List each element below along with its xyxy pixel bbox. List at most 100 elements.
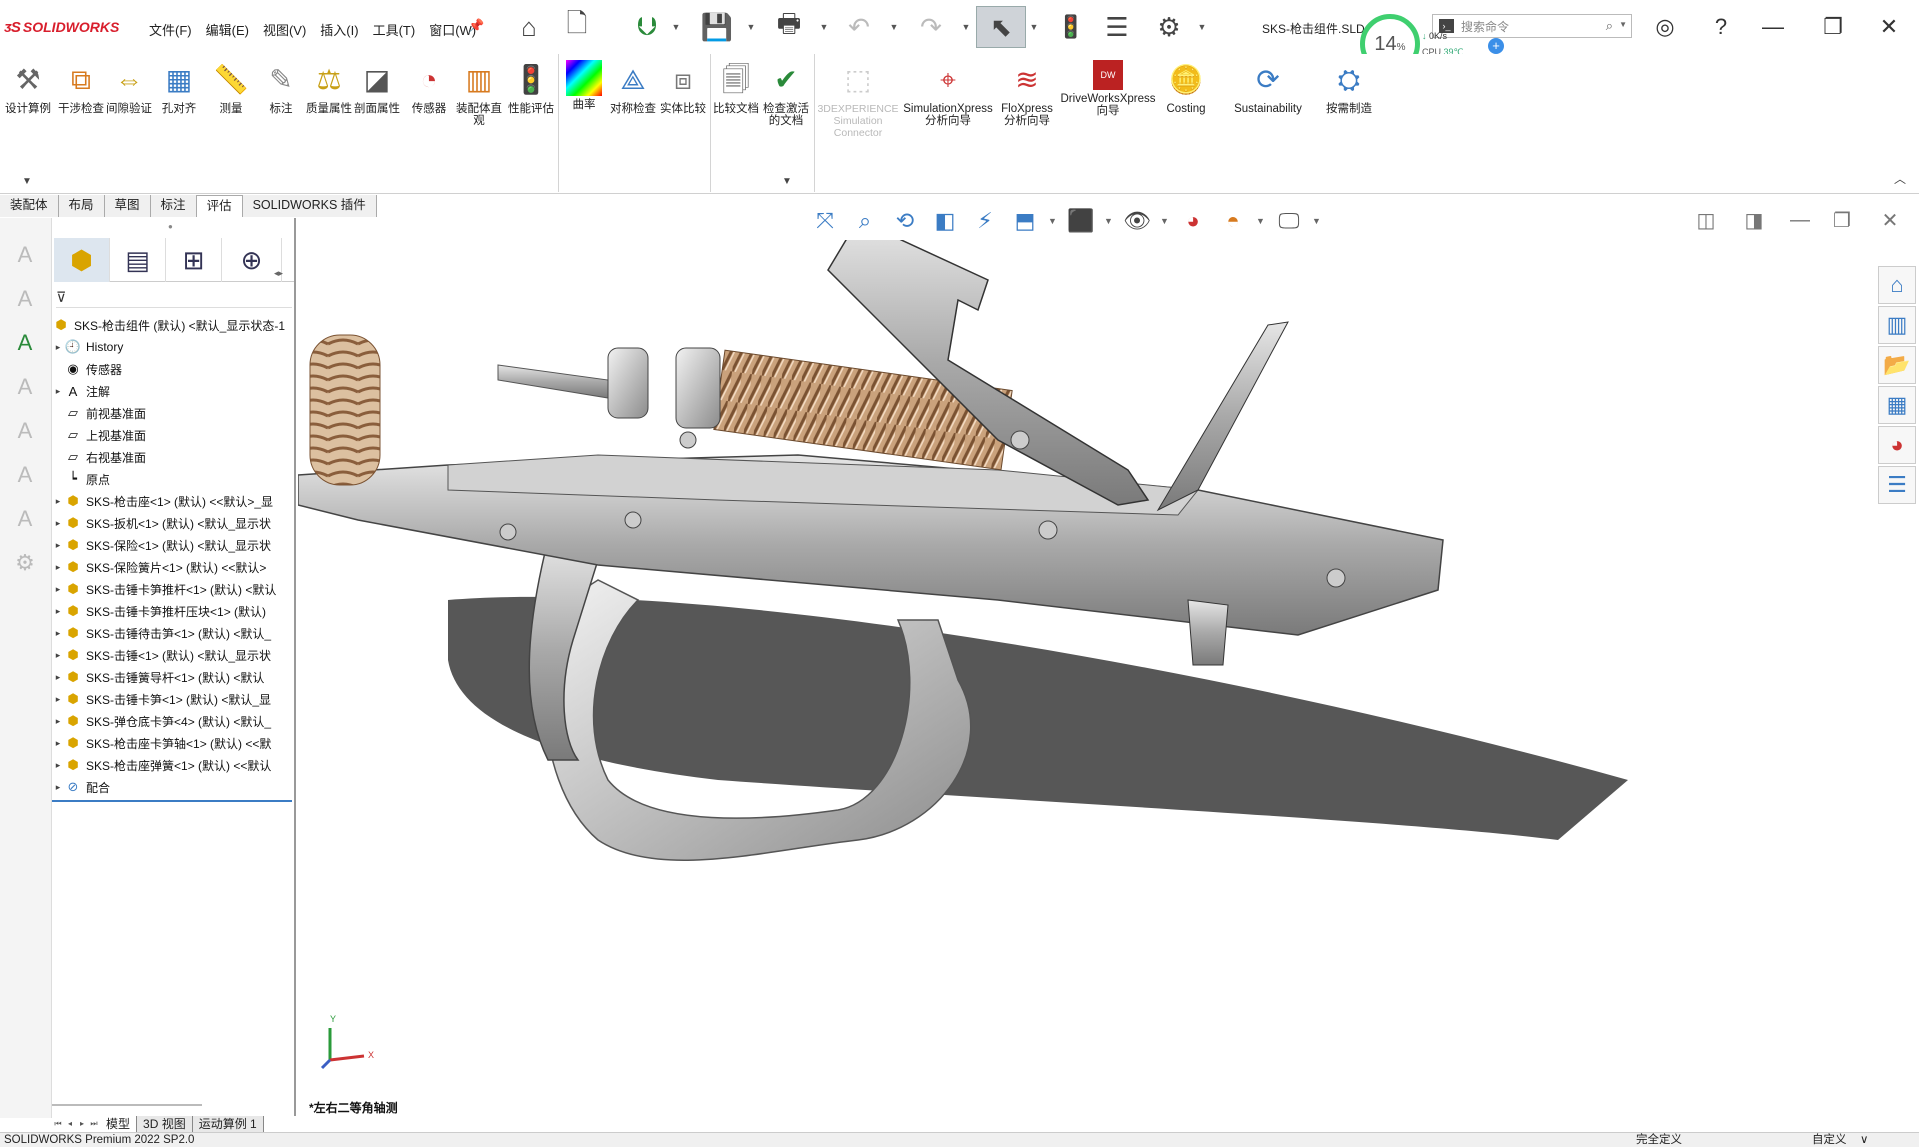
trigger-assembly-model[interactable] <box>297 219 1878 1120</box>
open-dropdown-icon[interactable]: ▼ <box>670 20 682 34</box>
expand-icon[interactable]: ▸ <box>52 716 64 727</box>
ribbon-section-properties[interactable]: ◪ 剖面属性 <box>354 60 400 116</box>
expand-icon[interactable]: ▸ <box>52 386 64 397</box>
expand-icon[interactable]: ▸ <box>52 540 64 551</box>
tab-motion-study[interactable]: 运动算例 1 <box>192 1116 264 1132</box>
minimize-icon[interactable]: — <box>1756 10 1790 44</box>
expand-icon[interactable]: ▸ <box>52 694 64 705</box>
ribbon-measure[interactable]: 📏 测量 <box>208 60 254 116</box>
view-settings-icon[interactable]: 🖵 <box>1272 204 1306 238</box>
smart-dimension-icon[interactable]: A <box>8 326 42 360</box>
tree-item[interactable]: ▸ A 注解 <box>52 380 292 402</box>
dimxpert-manager-tab-icon[interactable]: ⊕ <box>222 238 282 282</box>
tree-item[interactable]: ▸ ⬢ SKS-击锤<1> (默认) <默认_显示状 <box>52 644 292 666</box>
ribbon-check-active-document[interactable]: ✔ 检查激活的文档 <box>762 60 810 128</box>
display-style-icon[interactable]: ⬛ <box>1064 204 1098 238</box>
firing-pin[interactable] <box>497 364 609 399</box>
ribbon-hole-alignment[interactable]: ▦ 孔对齐 <box>156 60 202 116</box>
panel-horizontal-scrollbar[interactable] <box>52 1104 202 1106</box>
tree-item[interactable]: ▸ ⬢ SKS-枪击座<1> (默认) <<默认>_显 <box>52 490 292 512</box>
print-icon[interactable]: 🖶 <box>768 6 810 48</box>
prev-tab-icon[interactable]: ◂ <box>64 1116 76 1132</box>
rollback-bar[interactable] <box>52 800 292 802</box>
units-dropdown-icon[interactable]: ∨ <box>1860 1133 1868 1147</box>
apply-scene-dropdown-icon[interactable]: ▼ <box>1256 216 1266 226</box>
tab-evaluate[interactable]: 评估 <box>196 195 243 217</box>
tree-item[interactable]: ▱ 右视基准面 <box>52 446 292 468</box>
ribbon-3dexperience-connector[interactable]: ⬚ 3DEXPERIENCE Simulation Connector <box>817 60 898 140</box>
sear-spring[interactable] <box>309 334 381 486</box>
ribbon-performance-evaluation[interactable]: 🚦 性能评估 <box>508 60 554 116</box>
graphics-area[interactable] <box>297 219 1878 1120</box>
zoom-to-fit-icon[interactable]: ⤧ <box>808 204 842 238</box>
ribbon-mass-properties[interactable]: ⚖ 质量属性 <box>306 60 352 116</box>
tab-solidworks-addins[interactable]: SOLIDWORKS 插件 <box>242 195 377 217</box>
pin-icon[interactable]: 📌 <box>468 18 484 34</box>
menu-edit[interactable]: 编辑(E) <box>199 18 256 41</box>
expand-icon[interactable]: ▸ <box>52 782 64 793</box>
tree-item[interactable]: ▸ ⬢ SKS-保险<1> (默认) <默认_显示状 <box>52 534 292 556</box>
tree-item[interactable]: ▸ ⬢ SKS-击锤簧导杆<1> (默认) <默认 <box>52 666 292 688</box>
view-palette-icon[interactable]: ▦ <box>1878 386 1916 424</box>
configuration-manager-tab-icon[interactable]: ⊞ <box>166 238 222 282</box>
section-view-icon[interactable]: ◧ <box>928 204 962 238</box>
ribbon-assembly-visualization[interactable]: ▥ 装配体直观 <box>456 60 502 128</box>
file-explorer-icon[interactable]: 📂 <box>1878 346 1916 384</box>
tab-model[interactable]: 模型 <box>100 1116 138 1132</box>
user-icon[interactable]: ◎ <box>1648 10 1682 44</box>
options-dropdown-icon[interactable]: ▼ <box>1196 20 1208 34</box>
ribbon-driveworksxpress[interactable]: DW DriveWorksXpress 向导 <box>1060 60 1156 117</box>
solidworks-resources-icon[interactable]: ⌂ <box>1878 266 1916 304</box>
ribbon-compare-documents[interactable]: 🗐 比较文档 <box>712 60 760 116</box>
tree-item[interactable]: ▸ ⬢ SKS-枪击座卡笋轴<1> (默认) <<默 <box>52 732 292 754</box>
expand-icon[interactable]: ▸ <box>52 672 64 683</box>
next-tab-icon[interactable]: ▸ <box>76 1116 88 1132</box>
ribbon-clearance-verification[interactable]: ⇔ 间隙验证 <box>106 60 152 116</box>
ribbon-symmetry-check[interactable]: ⟁ 对称检查 <box>608 60 658 116</box>
filter-icon[interactable]: ⊽ <box>56 289 66 306</box>
menu-view[interactable]: 视图(V) <box>256 18 313 41</box>
zoom-to-area-icon[interactable]: ⌕ <box>848 204 882 238</box>
status-units[interactable]: 自定义 <box>1812 1133 1847 1147</box>
tree-item[interactable]: ▸ ⊘ 配合 <box>52 776 292 798</box>
ribbon-sustainability[interactable]: ⟳ Sustainability <box>1226 60 1310 116</box>
expand-icon[interactable]: ▸ <box>52 496 64 507</box>
expand-icon[interactable]: ▸ <box>52 650 64 661</box>
tree-item[interactable]: ▸ ⬢ SKS-扳机<1> (默认) <默认_显示状 <box>52 512 292 534</box>
file-properties-icon[interactable]: ☰ <box>1096 6 1138 48</box>
view-orientation-dropdown-icon[interactable]: ▼ <box>1048 216 1058 226</box>
home-icon[interactable]: ⌂ <box>508 6 550 48</box>
save-icon[interactable]: 💾 <box>696 6 738 48</box>
rebuild-icon[interactable]: 🚦 <box>1050 6 1092 48</box>
tree-item[interactable]: ◉ 传感器 <box>52 358 292 380</box>
solidworks-logo[interactable]: ᴣS SOLIDWORKS <box>4 14 119 40</box>
view-settings-dropdown-icon[interactable]: ▼ <box>1312 216 1322 226</box>
menu-tools[interactable]: 工具(T) <box>366 18 423 41</box>
add-icon[interactable]: + <box>1488 38 1504 54</box>
ribbon-group-dropdown-icon[interactable]: ▼ <box>782 176 792 187</box>
spring-collar-rear[interactable] <box>675 347 721 429</box>
ribbon-compare-bodies[interactable]: ⧈ 实体比较 <box>660 60 706 116</box>
viewport-close-icon[interactable]: ✕ <box>1874 205 1906 235</box>
viewport-tile-left-icon[interactable]: ◫ <box>1690 205 1722 235</box>
ribbon-design-study[interactable]: ⚒ 设计算例 <box>4 60 52 116</box>
display-style-dropdown-icon[interactable]: ▼ <box>1104 216 1114 226</box>
tree-filter[interactable]: ⊽ <box>56 288 292 308</box>
viewport-minimize-icon[interactable]: — <box>1784 205 1816 235</box>
ribbon-curvature[interactable]: 曲率 <box>562 60 606 111</box>
search-icon[interactable]: ⌕ <box>1606 18 1613 34</box>
tree-item[interactable]: ┕ 原点 <box>52 468 292 490</box>
tree-item[interactable]: ▸ ⬢ SKS-弹仓底卡笋<4> (默认) <默认_ <box>52 710 292 732</box>
ribbon-collapse-icon[interactable]: ︿ <box>1894 170 1906 187</box>
ribbon-markup[interactable]: ✎ 标注 <box>258 60 304 116</box>
search-dropdown-icon[interactable]: ▼ <box>1619 20 1627 29</box>
expand-icon[interactable]: ▸ <box>52 760 64 771</box>
undo-icon[interactable]: ↶ <box>838 6 880 48</box>
appearances-icon[interactable]: ◕ <box>1878 426 1916 464</box>
expand-icon[interactable]: ▸ <box>52 562 64 573</box>
viewport-restore-icon[interactable]: ❐ <box>1826 205 1858 235</box>
close-icon[interactable]: ✕ <box>1872 10 1906 44</box>
tab-3d-view[interactable]: 3D 视图 <box>137 1116 193 1132</box>
custom-properties-icon[interactable]: ☰ <box>1878 466 1916 504</box>
tab-markup[interactable]: 标注 <box>150 195 197 217</box>
